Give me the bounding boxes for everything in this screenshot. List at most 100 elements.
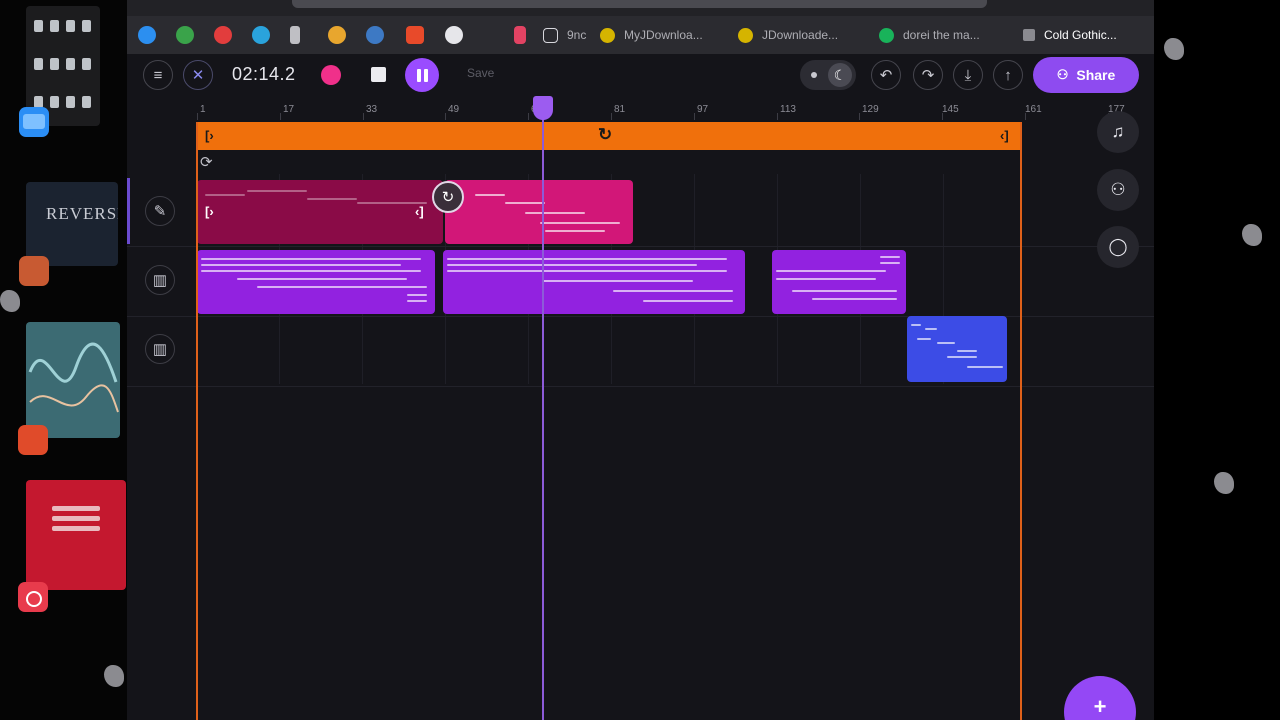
plus-icon: + [1093, 694, 1107, 719]
download-button[interactable]: ⤓ [953, 60, 983, 90]
instrument-track-button[interactable]: ▥ [145, 265, 175, 295]
record-button[interactable] [321, 65, 341, 85]
rainbow-icon[interactable] [328, 26, 346, 44]
toolbar: ≡ ✕ 02:14.2 Save ☾ ↶ ↷ ⤓ ↑ ⚇ Share [127, 54, 1154, 96]
browser-window: 9nc MyJDownloa... JDownloade... dorei th… [127, 0, 1154, 720]
instruments-button[interactable]: ♫ [1097, 111, 1139, 153]
openai-icon[interactable] [445, 26, 463, 44]
address-bar[interactable] [292, 0, 987, 8]
window-thumbnail-wave[interactable] [26, 322, 120, 438]
lock-icon[interactable] [514, 26, 526, 44]
drop-icon[interactable] [138, 26, 156, 44]
download-icon: ⤓ [964, 66, 972, 84]
finder-icon[interactable] [19, 107, 49, 137]
note [937, 342, 955, 344]
note [880, 262, 900, 264]
upload-button[interactable]: ↑ [993, 60, 1023, 90]
browser-tab[interactable]: MyJDownloa... [600, 20, 725, 50]
tab-label: 9nc [567, 28, 587, 42]
chat-button[interactable]: ◯ [1097, 226, 1139, 268]
pause-button[interactable] [405, 58, 439, 92]
note [776, 270, 886, 272]
telegram-icon[interactable] [252, 26, 270, 44]
python-icon[interactable] [366, 26, 384, 44]
note [543, 280, 693, 282]
note [613, 290, 733, 292]
loop-icon[interactable]: ↻ [598, 125, 612, 145]
ruler-label: 49 [448, 104, 460, 115]
repeat-icon[interactable]: ⟳ [200, 153, 213, 171]
note [201, 264, 401, 266]
desktop-left-strip: REVERSE [0, 0, 127, 720]
menu-button[interactable]: ≡ [143, 60, 173, 90]
undo-button[interactable]: ↶ [871, 60, 901, 90]
tools-button[interactable]: ✕ [183, 60, 213, 90]
swift-icon[interactable] [406, 26, 424, 44]
stop-button[interactable] [371, 67, 386, 82]
playhead-handle[interactable] [533, 96, 553, 120]
save-button[interactable]: Save [467, 66, 494, 80]
figure-icon[interactable] [290, 26, 300, 44]
window-thumbnail-reverse[interactable]: REVERSE [26, 182, 118, 266]
note [776, 278, 876, 280]
upload-icon: ↑ [1004, 66, 1012, 84]
clip-voice-1[interactable]: [› ‹] [197, 180, 443, 244]
tab-label: JDownloade... [762, 28, 839, 42]
red-icon[interactable] [214, 26, 232, 44]
clip-instrument-3[interactable] [772, 250, 906, 314]
screen-recorder-icon[interactable] [18, 582, 48, 612]
note [911, 324, 921, 326]
ruler-label: 17 [283, 104, 295, 115]
clip-start-handle[interactable]: [› [205, 204, 214, 219]
microphone-icon: ✎ [153, 203, 167, 220]
loop-end-handle[interactable]: ‹] [1000, 128, 1009, 143]
browser-tab[interactable]: dorei the ma... [879, 20, 1001, 50]
loop-region-bar[interactable]: [› ↻ ‹] [197, 122, 1022, 150]
game-icon[interactable] [176, 26, 194, 44]
note [967, 366, 1003, 368]
clip-instrument-1[interactable] [197, 250, 435, 314]
add-track-button[interactable]: + [1064, 676, 1136, 720]
collaborators-button[interactable]: ⚇ [1097, 169, 1139, 211]
clip-voice-2[interactable] [445, 180, 633, 244]
ruler-tick [777, 113, 778, 120]
tab-favicon [879, 27, 894, 43]
app-icon-face[interactable] [19, 256, 49, 286]
clip-instrument-4[interactable] [907, 316, 1007, 382]
theme-toggle[interactable]: ☾ [800, 60, 856, 90]
browser-tab[interactable]: JDownloade... [738, 20, 863, 50]
voice-track-button[interactable]: ✎ [145, 196, 175, 226]
note [475, 194, 505, 196]
close-tab-icon[interactable] [1023, 29, 1035, 41]
ruler-label: 33 [366, 104, 378, 115]
tab-bar: 9nc MyJDownloa... JDownloade... dorei th… [127, 16, 1154, 54]
people-icon: ⚇ [1056, 67, 1069, 82]
clip-refresh-button[interactable]: ↻ [432, 181, 464, 213]
ruler-tick [528, 113, 529, 120]
window-thumbnail-red[interactable] [26, 480, 126, 590]
note [447, 258, 727, 260]
clip-end-handle[interactable]: ‹] [415, 204, 424, 219]
note [525, 212, 585, 214]
ruler-tick [859, 113, 860, 120]
instrument-track-button[interactable]: ▥ [145, 334, 175, 364]
share-button[interactable]: ⚇ Share [1033, 57, 1139, 93]
note [237, 278, 407, 280]
redo-button[interactable]: ↷ [913, 60, 943, 90]
moon-icon: ☾ [828, 63, 852, 87]
magic-icon: ✕ [191, 67, 205, 84]
loop-start-handle[interactable]: [› [205, 128, 214, 143]
pen-app-icon[interactable] [18, 425, 48, 455]
note [407, 294, 427, 296]
clip-instrument-2[interactable] [443, 250, 745, 314]
ruler-label: 97 [697, 104, 709, 115]
timeline-ruler[interactable]: 1 17 33 49 65 81 97 113 129 145 161 177 [197, 98, 1154, 120]
browser-tab[interactable]: 9nc [543, 20, 593, 50]
browser-tab-active[interactable]: Cold Gothic... [1023, 20, 1148, 50]
rock-icon [1214, 472, 1234, 494]
desktop-right [1154, 0, 1280, 720]
undo-icon: ↶ [879, 67, 893, 84]
note [792, 290, 897, 292]
note [880, 256, 900, 258]
note [407, 300, 427, 302]
